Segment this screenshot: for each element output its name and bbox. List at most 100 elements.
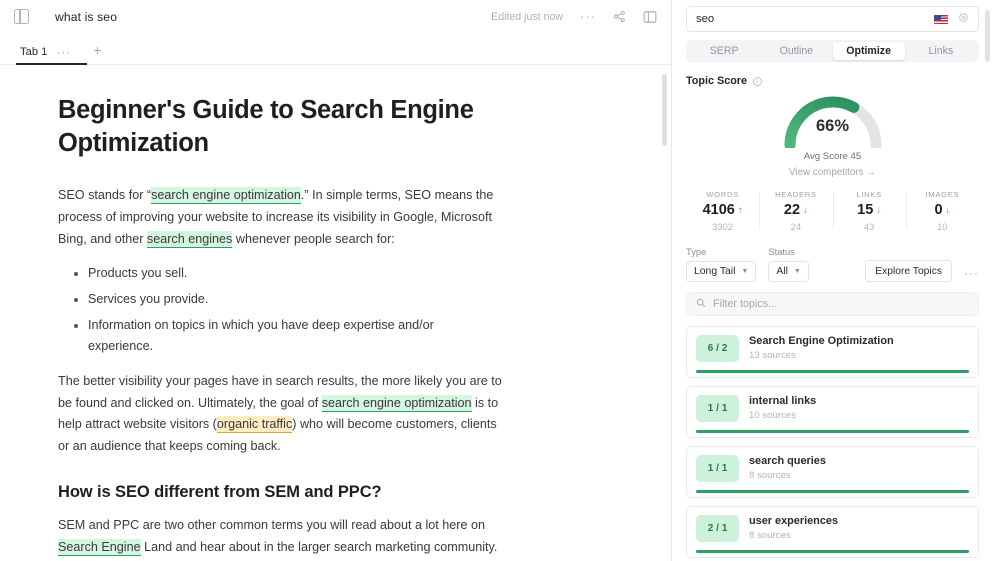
list-item: Services you provide.: [88, 289, 502, 311]
highlight-term[interactable]: Search Engine: [58, 539, 141, 556]
topic-card[interactable]: 1 / 1 search queries 8 sources: [686, 446, 979, 498]
metric-benchmark: 43: [833, 222, 906, 232]
metric-benchmark: 24: [759, 222, 832, 232]
topic-title: Search Engine Optimization: [749, 335, 894, 347]
metric-label: WORDS: [686, 190, 759, 199]
topic-count-badge: 1 / 1: [696, 455, 739, 482]
topic-sources: 10 sources: [749, 410, 816, 421]
metric-benchmark: 3302: [686, 222, 759, 232]
topic-score-gauge-wrap: 66% Avg Score 45 View competitors →: [686, 91, 979, 178]
topic-count-badge: 6 / 2: [696, 335, 739, 362]
topic-progress-bar: [696, 370, 969, 373]
text-fragment: Land and hear about in the larger search…: [141, 540, 498, 554]
topic-card-text: Search Engine Optimization 13 sources: [749, 335, 894, 361]
doc-paragraph-1: SEO stands for “search engine optimizati…: [58, 185, 502, 250]
status-filter-value: All: [776, 266, 788, 277]
optimize-sidebar: seo SERP Outline Optimize Links Topic Sc…: [672, 0, 993, 561]
tab-outline[interactable]: Outline: [760, 42, 832, 60]
type-filter-label: Type: [686, 246, 756, 257]
filters-row: Type Long Tail ▼ Status All ▼ Explore To…: [686, 246, 979, 282]
metric-label: LINKS: [833, 190, 906, 199]
highlight-term-amber[interactable]: organic traffic: [217, 416, 292, 433]
topic-title: user experiences: [749, 515, 838, 527]
panel-toggle-icon[interactable]: [14, 9, 29, 24]
tab-serp[interactable]: SERP: [688, 42, 760, 60]
highlight-term[interactable]: search engine optimization: [322, 395, 472, 412]
gear-icon[interactable]: [958, 10, 969, 28]
doc-paragraph-2: The better visibility your pages have in…: [58, 371, 502, 458]
topic-count-badge: 1 / 1: [696, 395, 739, 422]
trend-down-icon: ↓: [803, 205, 808, 216]
topic-score-percent: 66%: [779, 117, 887, 136]
filter-topics-input[interactable]: Filter topics...: [686, 292, 979, 316]
metric-value: 0: [934, 202, 942, 218]
info-icon[interactable]: i: [753, 77, 762, 86]
topic-sources: 8 sources: [749, 530, 838, 541]
topic-score-header: Topic Score i: [686, 75, 979, 87]
keyword-value[interactable]: seo: [696, 13, 934, 25]
topic-card[interactable]: 1 / 1 internal links 10 sources: [686, 386, 979, 438]
topic-title: internal links: [749, 395, 816, 407]
us-flag-icon[interactable]: [934, 15, 948, 24]
topic-card-text: user experiences 8 sources: [749, 515, 838, 541]
chevron-down-icon: ▼: [794, 268, 801, 275]
explore-topics-button[interactable]: Explore Topics: [865, 260, 952, 282]
topics-list: 6 / 2 Search Engine Optimization 13 sour…: [686, 326, 979, 561]
topbar-actions: Edited just now ···: [491, 10, 657, 24]
topic-count-badge: 2 / 1: [696, 515, 739, 542]
topic-card[interactable]: 6 / 2 Search Engine Optimization 13 sour…: [686, 326, 979, 378]
search-icon: [696, 295, 706, 313]
list-item: Information on topics in which you have …: [88, 315, 502, 358]
topic-progress-bar: [696, 550, 969, 553]
tab-links[interactable]: Links: [905, 42, 977, 60]
trend-down-icon: ↓: [876, 205, 881, 216]
view-competitors-link[interactable]: View competitors →: [789, 167, 876, 178]
topic-card-row: 1 / 1 internal links 10 sources: [696, 395, 969, 422]
tab-1[interactable]: Tab 1 ···: [14, 46, 77, 65]
share-icon[interactable]: [613, 10, 626, 23]
status-filter-group: Status All ▼: [768, 246, 809, 282]
doc-bullet-list: Products you sell. Services you provide.…: [58, 263, 502, 358]
topic-sources: 13 sources: [749, 350, 894, 361]
tab-options-icon[interactable]: ···: [56, 49, 71, 55]
chevron-down-icon: ▼: [741, 268, 748, 275]
editor-topbar: what is seo Edited just now ···: [0, 0, 671, 33]
metric-value-wrap: 22 ↓: [759, 202, 832, 218]
topic-card-row: 2 / 1 user experiences 8 sources: [696, 515, 969, 542]
type-filter-select[interactable]: Long Tail ▼: [686, 261, 756, 282]
tab-active-indicator: [16, 63, 87, 65]
avg-score-label: Avg Score 45: [804, 151, 861, 162]
topics-more-options-icon[interactable]: ···: [964, 269, 979, 282]
metric-value: 22: [784, 202, 800, 218]
document-scrollbar[interactable]: [662, 74, 667, 146]
doc-heading-2: How is SEO different from SEM and PPC?: [58, 483, 502, 502]
more-options-icon[interactable]: ···: [580, 13, 596, 21]
add-tab-button[interactable]: +: [93, 42, 101, 65]
document-title[interactable]: what is seo: [55, 10, 117, 24]
metric-label: HEADERS: [759, 190, 832, 199]
document-body[interactable]: Beginner's Guide to Search Engine Optimi…: [0, 66, 560, 561]
keyword-search-field[interactable]: seo: [686, 6, 979, 32]
split-view-icon[interactable]: [643, 10, 657, 24]
doc-paragraph-3: SEM and PPC are two other common terms y…: [58, 515, 502, 558]
trend-down-icon: ↓: [946, 205, 951, 216]
highlight-term[interactable]: search engine optimization: [151, 187, 301, 204]
metric-label: IMAGES: [906, 190, 979, 199]
tab-optimize[interactable]: Optimize: [833, 42, 905, 60]
type-filter-value: Long Tail: [694, 266, 735, 277]
topic-card[interactable]: 2 / 1 user experiences 8 sources: [686, 506, 979, 558]
trend-up-icon: ↑: [738, 205, 743, 216]
metric-images: IMAGES 0 ↓ 10: [906, 190, 979, 232]
status-filter-select[interactable]: All ▼: [768, 261, 809, 282]
document-scroll-area[interactable]: Beginner's Guide to Search Engine Optimi…: [0, 66, 671, 561]
topic-sources: 8 sources: [749, 470, 826, 481]
topic-card-row: 6 / 2 Search Engine Optimization 13 sour…: [696, 335, 969, 362]
metric-value-wrap: 15 ↓: [833, 202, 906, 218]
metric-benchmark: 10: [906, 222, 979, 232]
app-root: what is seo Edited just now ···: [0, 0, 993, 561]
list-item: Products you sell.: [88, 263, 502, 285]
sidebar-scrollbar[interactable]: [985, 10, 990, 62]
topic-title: search queries: [749, 455, 826, 467]
type-filter-group: Type Long Tail ▼: [686, 246, 756, 282]
highlight-term[interactable]: search engines: [147, 231, 232, 248]
